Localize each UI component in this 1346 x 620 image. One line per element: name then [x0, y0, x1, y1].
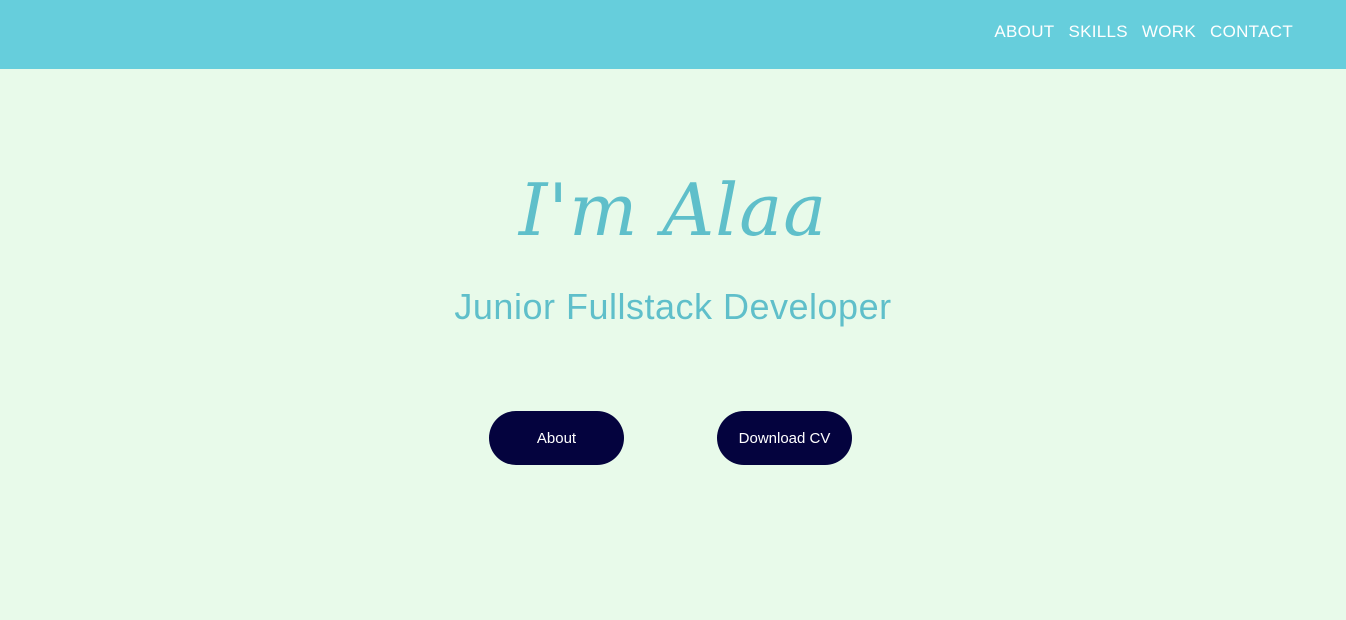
hero-title: I'm Alaa: [518, 168, 828, 252]
nav-link-contact[interactable]: CONTACT: [1210, 22, 1293, 42]
nav-link-skills[interactable]: SKILLS: [1068, 22, 1127, 42]
nav-links: ABOUT SKILLS WORK CONTACT: [994, 22, 1293, 42]
download-cv-button[interactable]: Download CV: [717, 411, 852, 465]
hero-subtitle: Junior Fullstack Developer: [454, 286, 892, 327]
top-navbar: ABOUT SKILLS WORK CONTACT: [0, 0, 1346, 69]
nav-link-work[interactable]: WORK: [1142, 22, 1196, 42]
about-button[interactable]: About: [489, 411, 624, 465]
nav-link-about[interactable]: ABOUT: [994, 22, 1054, 42]
